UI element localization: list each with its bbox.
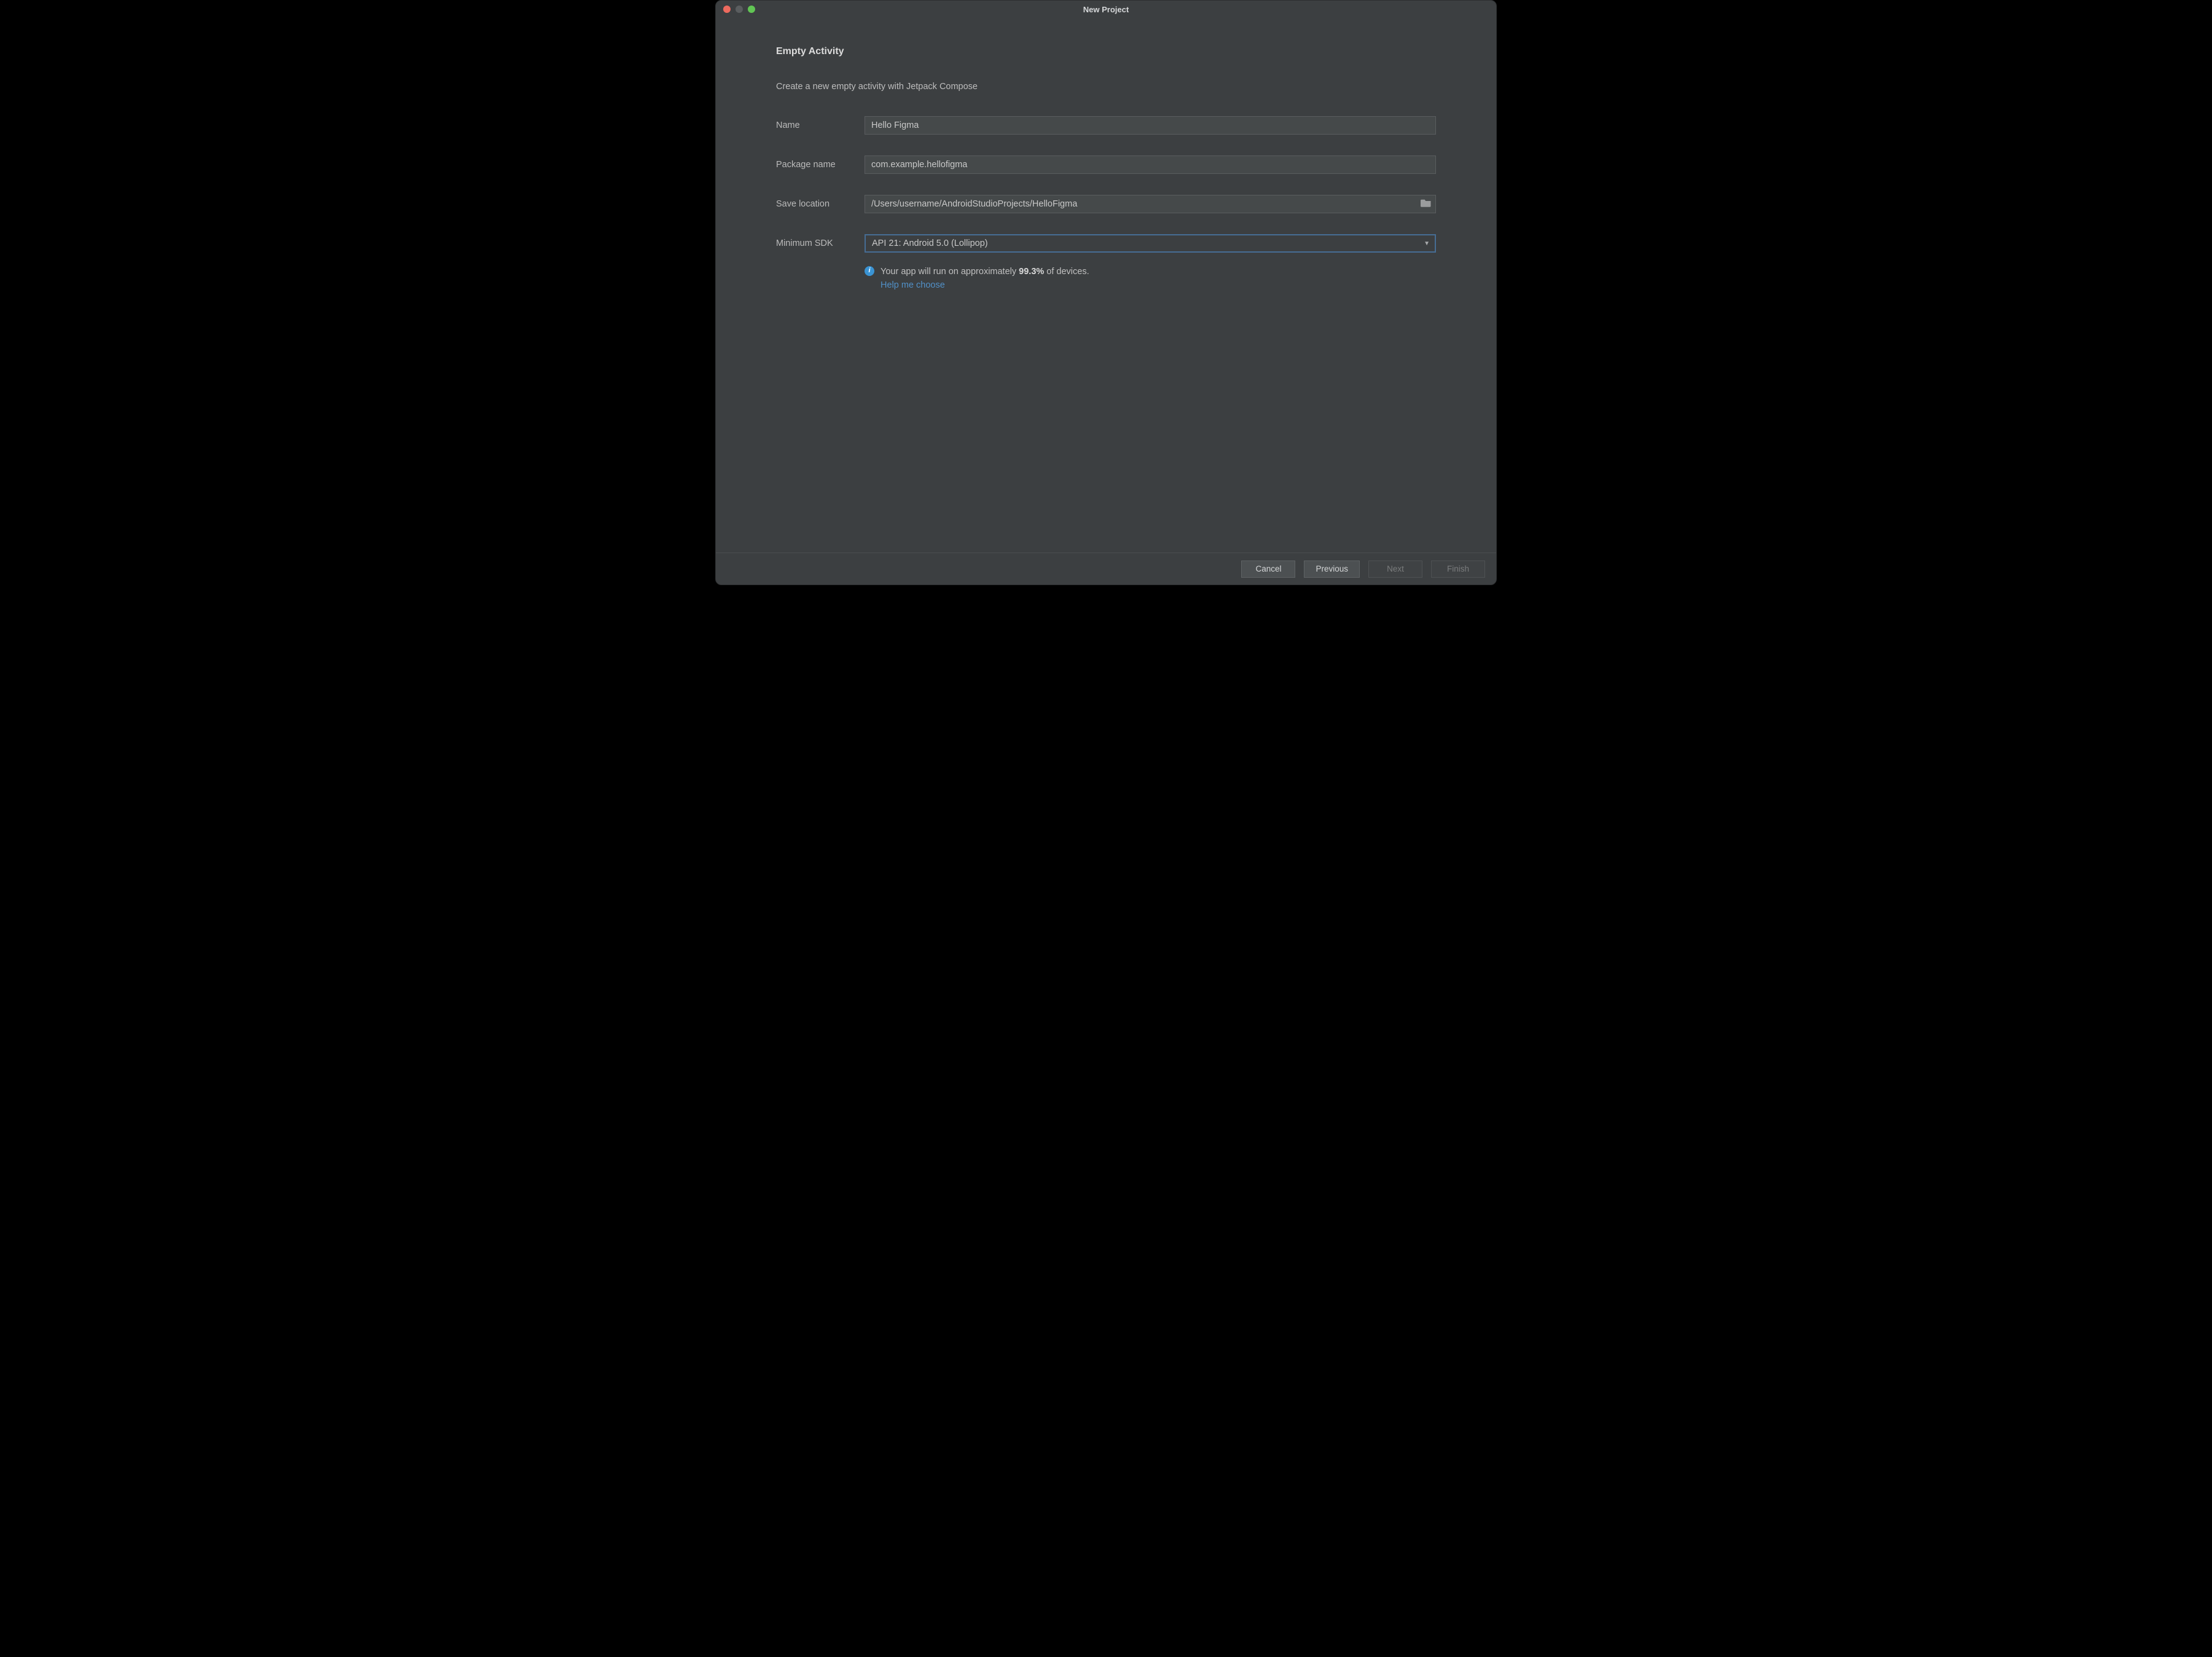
finish-button[interactable]: Finish [1431, 561, 1485, 578]
page-heading: Empty Activity [776, 46, 1436, 57]
label-min-sdk: Minimum SDK [776, 238, 865, 248]
dialog-footer: Cancel Previous Next Finish [716, 553, 1496, 584]
label-name: Name [776, 120, 865, 130]
row-name: Name [776, 116, 1436, 135]
help-me-choose-link[interactable]: Help me choose [880, 280, 945, 290]
chevron-down-icon: ▼ [1424, 240, 1430, 247]
window-minimize-button[interactable] [735, 6, 743, 13]
info-icon: i [865, 266, 874, 276]
minimum-sdk-value: API 21: Android 5.0 (Lollipop) [872, 238, 988, 248]
label-package: Package name [776, 160, 865, 170]
page-subheading: Create a new empty activity with Jetpack… [776, 82, 1436, 92]
folder-icon [1421, 199, 1432, 210]
cancel-button[interactable]: Cancel [1241, 561, 1295, 578]
label-location: Save location [776, 199, 865, 209]
sdk-info-text: Your app will run on approximately 99.3%… [880, 267, 1089, 277]
browse-folder-button[interactable] [1420, 199, 1432, 209]
minimum-sdk-dropdown[interactable]: API 21: Android 5.0 (Lollipop) ▼ [865, 234, 1436, 253]
row-package: Package name [776, 155, 1436, 174]
row-location: Save location [776, 195, 1436, 213]
next-button[interactable]: Next [1368, 561, 1422, 578]
row-min-sdk: Minimum SDK API 21: Android 5.0 (Lollipo… [776, 234, 1436, 253]
traffic-lights [716, 6, 755, 13]
titlebar: New Project [716, 1, 1496, 18]
save-location-input[interactable] [865, 195, 1436, 213]
new-project-window: New Project Empty Activity Create a new … [715, 0, 1497, 585]
previous-button[interactable]: Previous [1304, 561, 1360, 578]
sdk-info: i Your app will run on approximately 99.… [865, 262, 1436, 293]
window-title: New Project [716, 5, 1496, 14]
content-area: Empty Activity Create a new empty activi… [716, 18, 1496, 553]
package-name-input[interactable] [865, 155, 1436, 174]
window-zoom-button[interactable] [748, 6, 755, 13]
name-input[interactable] [865, 116, 1436, 135]
window-close-button[interactable] [723, 6, 731, 13]
